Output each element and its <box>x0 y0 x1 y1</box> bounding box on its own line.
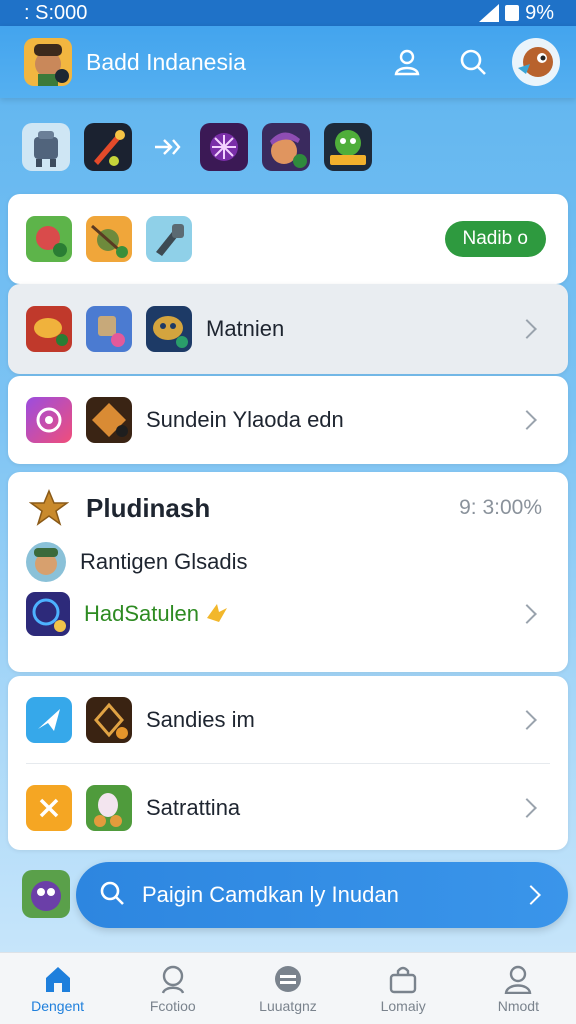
mech-game-icon <box>86 306 132 352</box>
pludinash-sub2-row[interactable]: HadSatulen <box>8 586 568 642</box>
bag-icon <box>389 966 417 993</box>
rocket-game-icon[interactable] <box>84 123 132 171</box>
sandies-label: Sandies im <box>146 707 255 732</box>
menu-circle-icon <box>274 965 301 992</box>
user-icon[interactable] <box>388 43 426 81</box>
status-bar: : S:000 9% <box>0 0 576 26</box>
nav-label-bag: Lomaiy <box>380 997 426 1014</box>
mask-game-icon <box>146 306 192 352</box>
search-bar-button[interactable]: Paigin Camdkan ly Inudan <box>76 862 568 928</box>
warrior-game-icon[interactable] <box>86 216 132 262</box>
nav-label-profile: Nmodt <box>497 997 539 1014</box>
sparkle-icon <box>203 600 520 629</box>
tool-game-icon[interactable] <box>146 216 192 262</box>
sandies-row[interactable]: Sandies im <box>8 692 568 748</box>
nav-label-menu: Luuatgnz <box>259 997 317 1014</box>
character-avatar-icon <box>26 542 66 582</box>
compass-game-icon <box>86 697 132 743</box>
matnien-row[interactable]: Matnien <box>8 301 568 357</box>
monster-avatar-icon[interactable] <box>22 870 70 918</box>
search-icon <box>98 879 126 912</box>
close-app-icon <box>26 785 72 831</box>
nav-item-menu[interactable]: Luuatgnz <box>233 964 343 1014</box>
chest-game-icon <box>86 397 132 443</box>
pludinash-header: Pludinash 9: 3:00% <box>8 480 568 536</box>
nav-label-search: Fcotioo <box>149 997 196 1014</box>
home-icon <box>45 966 70 992</box>
star-icon <box>26 485 72 531</box>
nav-item-bag[interactable]: Lomaiy <box>348 964 458 1014</box>
games-card: Nadib o <box>8 194 568 284</box>
pludinash-sub1-label: Rantigen Glsadis <box>80 549 248 574</box>
bird-avatar-icon <box>512 38 560 86</box>
chevron-right-icon <box>517 319 537 339</box>
pludinash-sub1-row[interactable]: Rantigen Glsadis <box>8 534 568 590</box>
pludinash-card: Pludinash 9: 3:00% Rantigen Glsadis HadS… <box>8 472 568 672</box>
app-title: Badd Indanesia <box>86 48 246 75</box>
nav-item-search[interactable]: Fcotioo <box>118 964 228 1014</box>
signal-icon <box>479 4 500 22</box>
pludinash-value: 9: 3:00% <box>459 496 542 519</box>
search-icon[interactable] <box>454 43 492 81</box>
bottom-nav: Dengent Fcotioo Luuatgnz Lomaiy Nmodt <box>0 952 576 1024</box>
sandies-card: Sandies im Satrattina <box>8 676 568 850</box>
status-time: : S:000 <box>24 1 88 24</box>
row-divider <box>26 763 550 764</box>
pludinash-title: Pludinash <box>86 492 211 523</box>
status-indicators: 9% <box>479 2 554 25</box>
goblin-game-icon[interactable] <box>324 123 372 171</box>
sundein-row[interactable]: Sundein Ylaoda edn <box>8 392 568 448</box>
game-avatar-icon <box>24 38 72 86</box>
app-logo[interactable] <box>24 38 72 86</box>
hero-game-icon[interactable] <box>262 123 310 171</box>
games-row: Nadib o <box>8 211 568 267</box>
matnien-label: Matnien <box>206 316 285 341</box>
robot-game-icon[interactable] <box>22 123 70 171</box>
magic-game-icon[interactable] <box>200 123 248 171</box>
camera-app-icon <box>26 397 72 443</box>
nav-item-home[interactable]: Dengent <box>3 964 113 1014</box>
chevron-right-icon <box>517 798 537 818</box>
send-app-icon <box>26 697 72 743</box>
app-bar: Badd Indanesia <box>0 26 576 98</box>
profile-avatar[interactable] <box>512 38 560 86</box>
chevron-right-icon <box>517 710 537 730</box>
battery-level: 9% <box>525 1 554 24</box>
drum-game-icon <box>26 306 72 352</box>
brawler-game-icon[interactable] <box>26 216 72 262</box>
satrattina-label: Satrattina <box>146 795 241 820</box>
chevron-right-icon <box>521 885 541 905</box>
chevron-right-icon <box>517 604 537 624</box>
ring-game-icon <box>26 592 70 636</box>
nav-label-home: Dengent <box>31 997 85 1014</box>
battery-icon <box>505 5 520 21</box>
profile-icon <box>505 965 532 994</box>
chevron-right-icon <box>517 410 537 430</box>
quick-games-row <box>22 122 562 172</box>
nav-item-profile[interactable]: Nmodt <box>463 964 573 1014</box>
satrattina-row[interactable]: Satrattina <box>8 780 568 836</box>
install-button[interactable]: Nadib o <box>444 221 546 257</box>
pludinash-sub2-label: HadSatulen <box>84 601 199 626</box>
search-bar-label: Paigin Camdkan ly Inudan <box>142 882 399 907</box>
matnien-card[interactable]: Matnien <box>8 284 568 374</box>
pet-game-icon <box>86 785 132 831</box>
user-search-icon <box>161 965 184 994</box>
arrow-right-icon <box>146 127 186 167</box>
sundein-label: Sundein Ylaoda edn <box>146 407 344 432</box>
sundein-card[interactable]: Sundein Ylaoda edn <box>8 376 568 464</box>
